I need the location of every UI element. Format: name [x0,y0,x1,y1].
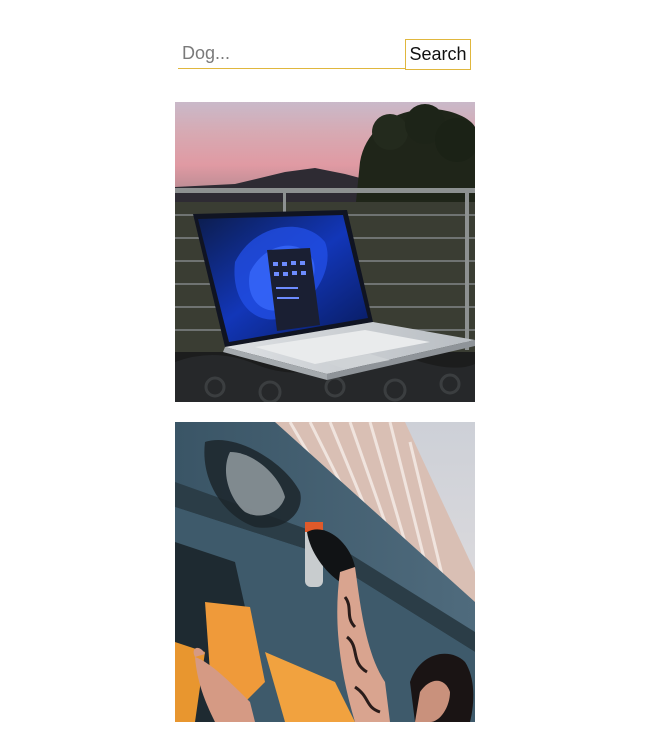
laptop-photo[interactable] [175,102,475,402]
graffiti-photo[interactable] [175,422,475,722]
search-input[interactable] [178,39,405,69]
graffiti-photo-image [175,422,475,722]
search-bar: Search [178,39,471,70]
search-button[interactable]: Search [405,39,471,70]
laptop-photo-image [175,102,475,402]
